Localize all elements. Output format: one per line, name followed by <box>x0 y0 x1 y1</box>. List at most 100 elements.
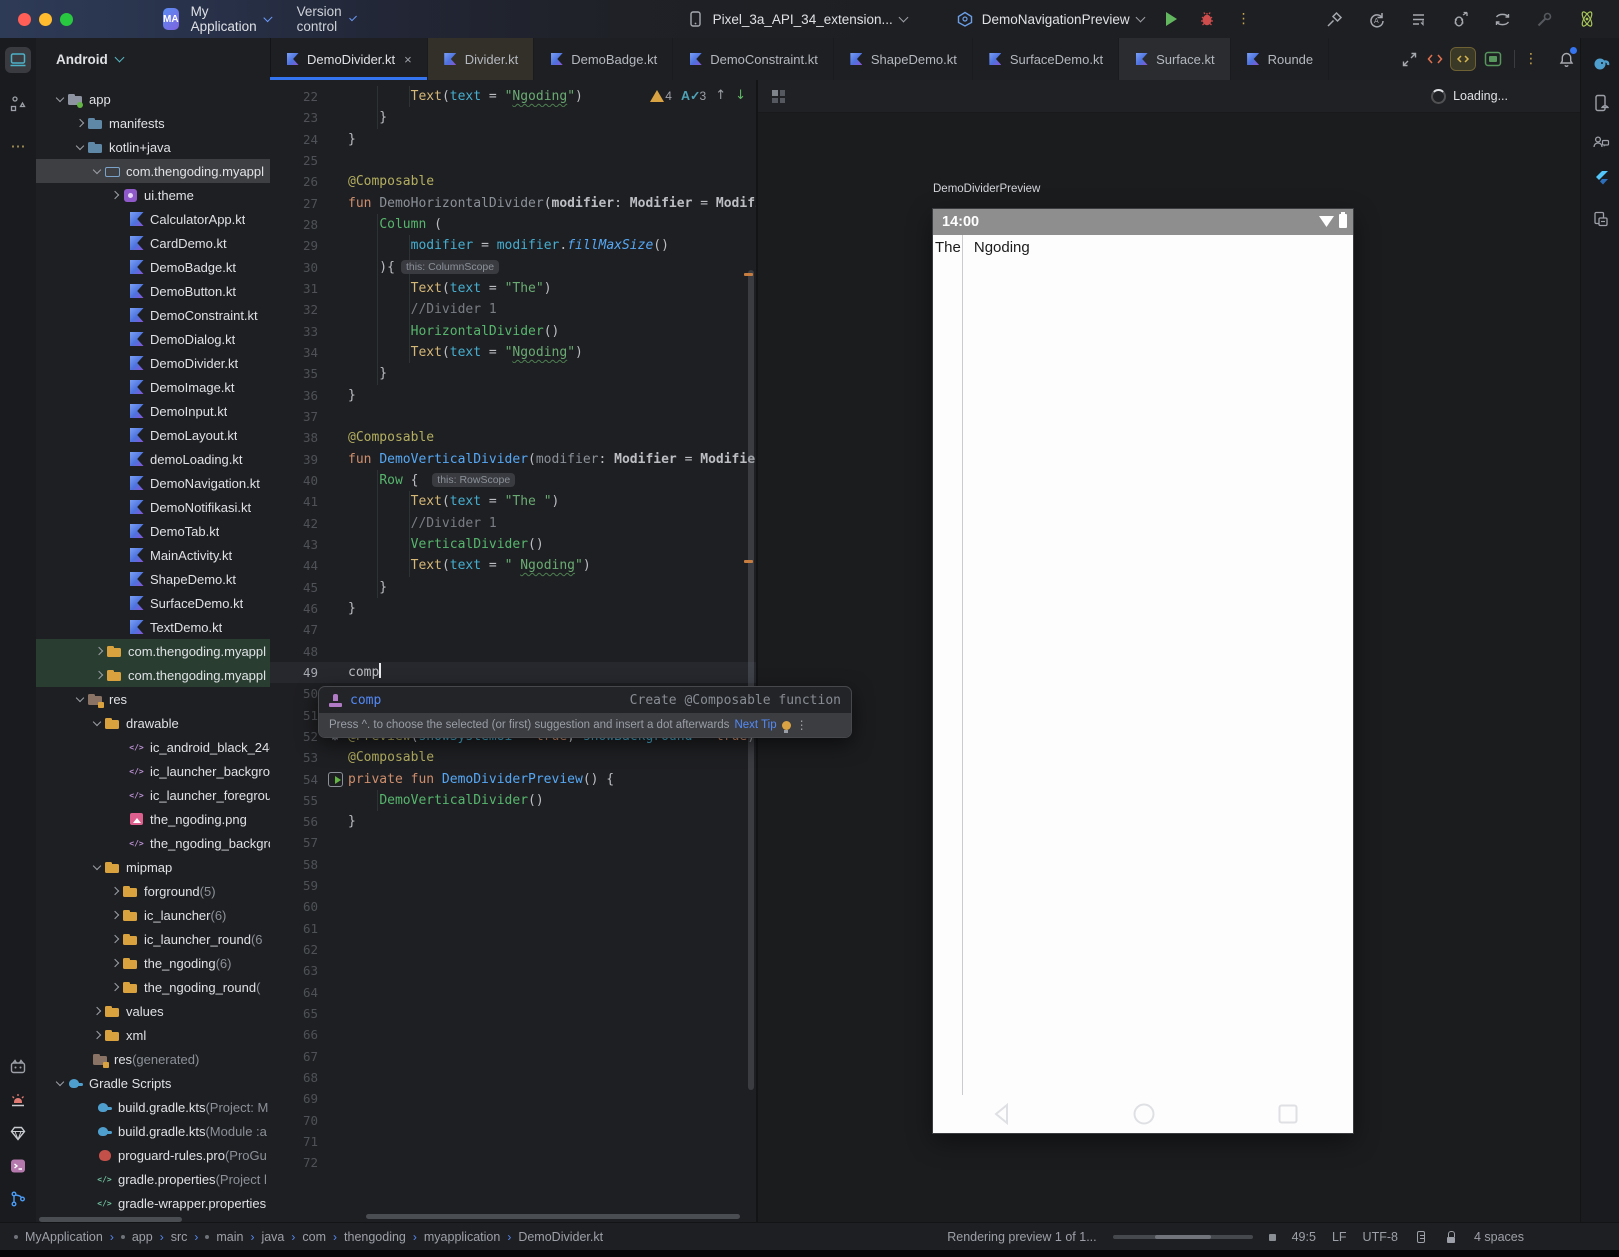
code-line[interactable]: 23 } <box>270 107 756 128</box>
code-line[interactable]: 71 <box>270 1131 756 1152</box>
line-number[interactable]: 71 <box>270 1131 322 1152</box>
chevron-right-icon[interactable] <box>108 934 122 944</box>
line-number[interactable]: 54 <box>270 769 322 790</box>
tree-item[interactable]: MainActivity.kt <box>36 543 270 567</box>
line-number[interactable]: 50 <box>270 683 322 704</box>
code-line[interactable]: 35 } <box>270 363 756 384</box>
chevron-right-icon[interactable] <box>108 190 122 200</box>
line-number[interactable]: 27 <box>270 193 322 214</box>
chevron-right-icon[interactable] <box>73 118 87 128</box>
code-line[interactable]: 64 <box>270 982 756 1003</box>
chevron-right-icon[interactable] <box>108 958 122 968</box>
editor-tab[interactable]: DemoConstraint.kt <box>673 38 834 80</box>
tree-item[interactable]: DemoInput.kt <box>36 399 270 423</box>
breadcrumb-item[interactable]: thengoding <box>344 1230 406 1244</box>
code-line[interactable]: 44 Text(text = " Ngoding") <box>270 555 756 576</box>
tree-item[interactable]: values <box>36 999 270 1023</box>
line-number[interactable]: 58 <box>270 854 322 875</box>
code-line[interactable]: 34 Text(text = "Ngoding") <box>270 342 756 363</box>
editor-tab[interactable]: Rounde <box>1231 38 1330 80</box>
gradle-icon[interactable] <box>1588 50 1614 76</box>
warning-stripe-mark[interactable] <box>744 560 753 563</box>
chevron-down-icon[interactable] <box>90 165 104 174</box>
line-number[interactable]: 23 <box>270 107 322 128</box>
breadcrumb-item[interactable]: main <box>216 1230 243 1244</box>
breadcrumb-item[interactable]: myapplication <box>424 1230 500 1244</box>
line-number[interactable]: 48 <box>270 641 322 662</box>
line-number[interactable]: 40 <box>270 470 322 491</box>
code-line[interactable]: 33 HorizontalDivider() <box>270 321 756 342</box>
code-line[interactable]: 54 private fun DemoDividerPreview() { <box>270 769 756 790</box>
tree-item[interactable]: CardDemo.kt <box>36 231 270 255</box>
phone-preview[interactable]: 14:00 The Ngoding <box>933 209 1353 1133</box>
flutter-icon[interactable] <box>1588 166 1614 192</box>
chevron-down-icon[interactable] <box>73 693 87 702</box>
chevron-right-icon[interactable] <box>90 1030 104 1040</box>
breadcrumb-item[interactable]: MyApplication <box>25 1230 103 1244</box>
grid-layout-icon[interactable] <box>772 89 785 103</box>
tree-item[interactable]: DemoLayout.kt <box>36 423 270 447</box>
prev-problem-icon[interactable]: ↑ <box>715 88 726 103</box>
tree-item[interactable]: com.thengoding.myappl <box>36 639 270 663</box>
code-line[interactable]: 37 <box>270 406 756 427</box>
tree-item[interactable]: com.thengoding.myappl <box>36 663 270 687</box>
more-icon[interactable]: ⋮ <box>796 718 808 732</box>
tab-close-icon[interactable]: × <box>404 52 412 67</box>
line-number[interactable]: 41 <box>270 491 322 512</box>
tree-item[interactable]: build.gradle.kts (Module :a <box>36 1119 270 1143</box>
line-number[interactable]: 25 <box>270 150 322 171</box>
tree-item[interactable]: gradle-wrapper.properties <box>36 1191 270 1215</box>
code-line[interactable]: 30 ){this: ColumnScope <box>270 257 756 278</box>
tree-item[interactable]: the_ngoding_backgro <box>36 831 270 855</box>
gutter-run-preview-icon[interactable] <box>322 769 348 790</box>
code-line[interactable]: 57 <box>270 832 756 853</box>
code-line[interactable]: 69 <box>270 1088 756 1109</box>
breadcrumb-item[interactable]: app <box>132 1230 153 1244</box>
stop-icon[interactable] <box>1268 1233 1276 1241</box>
tree-item[interactable]: DemoNavigation.kt <box>36 471 270 495</box>
code-line[interactable]: 28 Column ( <box>270 214 756 235</box>
chevron-right-icon[interactable] <box>92 646 106 656</box>
line-number[interactable]: 55 <box>270 790 322 811</box>
tree-item[interactable]: CalculatorApp.kt <box>36 207 270 231</box>
line-number[interactable]: 65 <box>270 1003 322 1024</box>
tree-item[interactable]: gradle.properties (Project l <box>36 1167 270 1191</box>
tree-item[interactable]: demoLoading.kt <box>36 447 270 471</box>
line-number[interactable]: 62 <box>270 939 322 960</box>
caret-position[interactable]: 49:5 <box>1292 1230 1316 1244</box>
run-button[interactable] <box>1165 12 1177 26</box>
editor-tab[interactable]: DemoBadge.kt <box>534 38 674 80</box>
tree-item[interactable]: ShapeDemo.kt <box>36 567 270 591</box>
maximize-window-button[interactable] <box>60 12 73 26</box>
preview-title[interactable]: DemoDividerPreview <box>933 183 1040 195</box>
expand-icon[interactable] <box>1399 49 1419 69</box>
line-number[interactable]: 51 <box>270 705 322 726</box>
app-insights-icon[interactable] <box>5 1087 31 1113</box>
debug-button[interactable] <box>1197 9 1217 29</box>
code-line[interactable]: 27 fun DemoHorizontalDivider(modifier: Mo… <box>270 193 756 214</box>
code-line[interactable]: 43 VerticalDivider() <box>270 534 756 555</box>
resource-manager-icon[interactable] <box>5 1120 31 1146</box>
tree-item[interactable]: app <box>36 87 270 111</box>
line-number[interactable]: 26 <box>270 171 322 192</box>
next-problem-icon[interactable]: ↓ <box>735 88 746 103</box>
line-number[interactable]: 46 <box>270 598 322 619</box>
device-selector[interactable]: Pixel_3a_API_34_extension... <box>686 9 909 29</box>
structure-icon[interactable] <box>5 91 31 117</box>
line-number[interactable]: 31 <box>270 278 322 299</box>
project-view-icon[interactable] <box>5 47 31 73</box>
build-hammer-icon[interactable] <box>1325 9 1345 29</box>
line-number[interactable]: 53 <box>270 747 322 768</box>
code-line[interactable]: 24} <box>270 129 756 150</box>
tree-item[interactable]: manifests <box>36 111 270 135</box>
code-line[interactable]: 49 comp <box>270 661 756 684</box>
editor-tab[interactable]: SurfaceDemo.kt <box>973 38 1120 80</box>
run-more-icon[interactable]: ⋮ <box>1237 11 1251 27</box>
code-line[interactable]: 45 } <box>270 577 756 598</box>
chevron-down-icon[interactable] <box>73 141 87 150</box>
breadcrumb-item[interactable]: com <box>302 1230 326 1244</box>
editor-tab[interactable]: Surface.kt <box>1119 38 1231 80</box>
tree-item[interactable]: ic_launcher (6) <box>36 903 270 927</box>
code-line[interactable]: 48 <box>270 641 756 662</box>
code-line[interactable]: 60 <box>270 896 756 917</box>
